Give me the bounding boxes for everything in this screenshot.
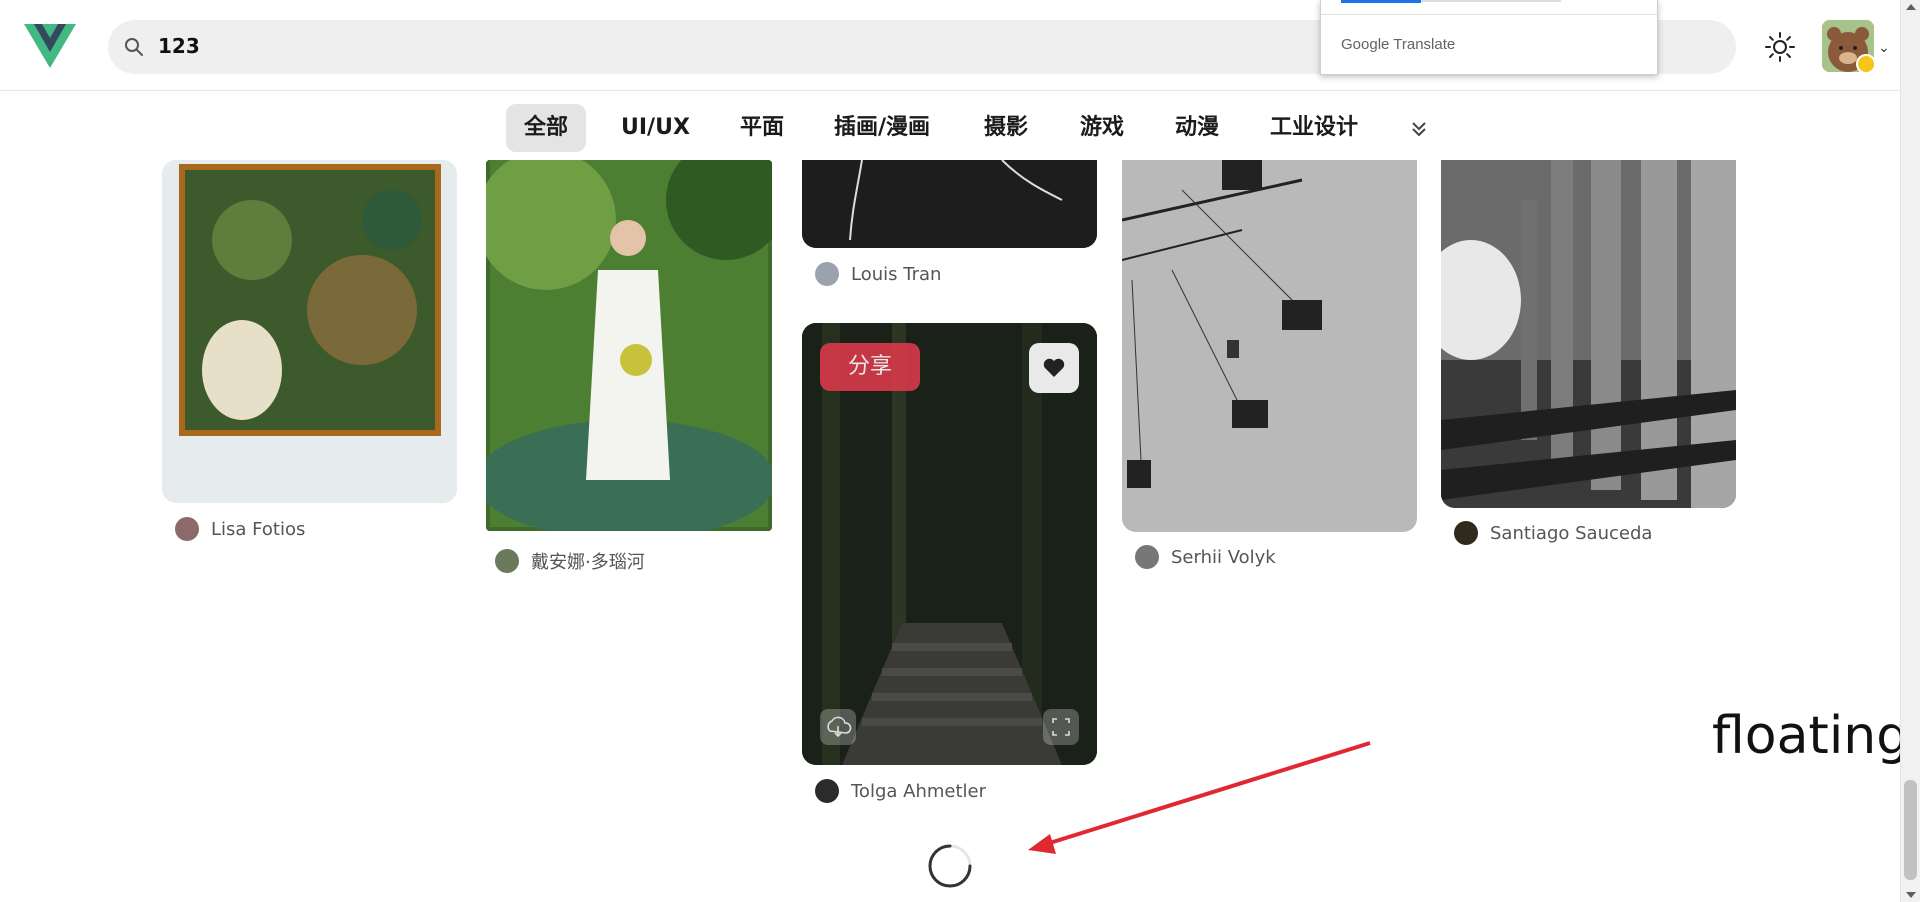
author-avatar[interactable] [815,262,839,286]
download-button[interactable] [820,709,856,745]
search-input[interactable]: 123 [158,34,200,58]
divider [1321,14,1657,15]
card-author[interactable]: Santiago Sauceda [1454,521,1652,545]
favorite-button[interactable] [1029,343,1079,393]
author-name[interactable]: 戴安娜·多瑙河 [531,548,645,574]
translate-tab-active[interactable] [1341,0,1421,3]
category-uiux[interactable]: UI/UX [603,104,708,152]
translate-tab-inactive[interactable] [1421,0,1561,2]
search-icon [125,38,143,56]
vertical-scrollbar[interactable] [1900,0,1920,902]
author-name[interactable]: Tolga Ahmetler [851,781,986,802]
image-card[interactable]: 分享 [802,323,1097,765]
category-games[interactable]: 游戏 [1062,104,1142,152]
image-card[interactable] [1122,160,1417,532]
swing-ride-photo [1122,160,1417,532]
woman-in-garden-photo [486,160,772,531]
double-chevron-down-icon[interactable] [1408,118,1430,140]
share-button[interactable]: 分享 [820,343,920,391]
avatar[interactable] [1822,20,1874,72]
loading-spinner-icon [928,844,972,888]
fullscreen-button[interactable] [1043,709,1079,745]
scroll-up-icon[interactable] [1906,4,1916,10]
card-author[interactable]: Serhii Volyk [1135,545,1276,569]
card-author[interactable]: Tolga Ahmetler [815,779,986,803]
card-author[interactable]: 戴安娜·多瑙河 [495,548,645,574]
author-avatar[interactable] [1454,521,1478,545]
category-all[interactable]: 全部 [506,104,587,152]
google-translate-popup[interactable]: Google Translate [1320,0,1658,75]
dark-photo [802,160,1097,248]
image-card[interactable] [802,160,1097,248]
translate-tabs[interactable] [1341,0,1561,4]
chevron-down-icon[interactable]: ⌄ [1878,40,1890,56]
fullscreen-icon [1052,718,1070,736]
annotation-label: floating [1712,706,1910,766]
colonnade-photo [1441,160,1736,508]
image-card[interactable] [162,160,457,503]
vue-logo-icon[interactable] [24,24,76,72]
google-translate-brand: Google Translate [1341,36,1456,53]
heart-icon [1043,358,1065,377]
scroll-down-icon[interactable] [1906,892,1916,898]
category-graphic[interactable]: 平面 [722,104,802,152]
cloud-download-icon [827,716,852,738]
author-avatar[interactable] [1135,545,1159,569]
polaroid-photo [162,160,457,503]
card-author[interactable]: Louis Tran [815,262,941,286]
author-name[interactable]: Serhii Volyk [1171,547,1276,568]
sun-icon[interactable] [1764,31,1796,63]
author-name[interactable]: Louis Tran [851,264,941,285]
category-anime[interactable]: 动漫 [1157,104,1237,152]
category-industrial-design[interactable]: 工业设计 [1252,104,1376,152]
card-author[interactable]: Lisa Fotios [175,517,305,541]
author-avatar[interactable] [175,517,199,541]
image-card[interactable] [1441,160,1736,508]
vip-badge [1856,54,1874,72]
category-bar: 全部 UI/UX 平面 插画/漫画 摄影 游戏 动漫 工业设计 [0,92,1900,160]
author-name[interactable]: Santiago Sauceda [1490,523,1652,544]
scrollbar-thumb[interactable] [1904,780,1917,880]
category-illustration[interactable]: 插画/漫画 [816,104,948,152]
author-avatar[interactable] [815,779,839,803]
category-photography[interactable]: 摄影 [966,104,1046,152]
author-avatar[interactable] [495,549,519,573]
image-card[interactable] [486,160,772,531]
author-name[interactable]: Lisa Fotios [211,519,305,540]
user-menu[interactable]: ⌄ [1822,20,1890,74]
